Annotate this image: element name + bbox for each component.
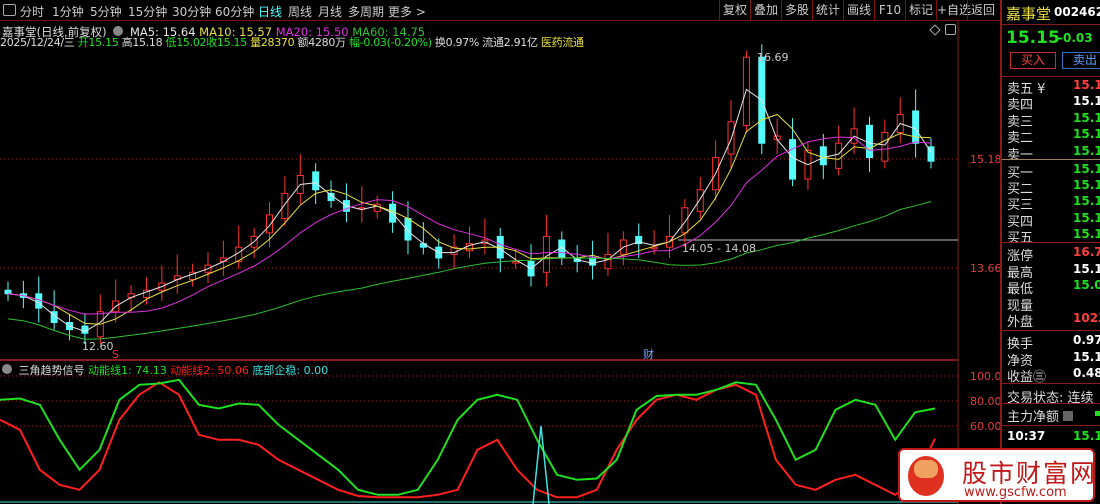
row-value: 15.1 — [1073, 226, 1100, 241]
last-price: 15.15 — [1006, 28, 1060, 48]
stat-row: 最高 15.1 — [1007, 261, 1100, 281]
candle-up — [604, 253, 612, 270]
row-value: 15.1 — [1073, 261, 1100, 276]
stock-name: 嘉事堂 — [1006, 5, 1052, 23]
row-value: 0.97 — [1073, 333, 1100, 347]
order-book-row: 买三 15.1 — [1007, 194, 1100, 213]
candle-down — [819, 146, 827, 166]
stat-row: 最低 15.0 — [1007, 278, 1100, 297]
candle-up — [512, 261, 520, 264]
row-value: 0.48 — [1073, 366, 1100, 381]
row-value: 15.1 — [1073, 94, 1100, 109]
candle-down — [312, 171, 320, 191]
row-label: 买五 — [1007, 230, 1034, 246]
indicator-axis-label: 60.00 — [970, 420, 1000, 433]
watermark: 股市财富网 www.gscfw.com — [898, 448, 1095, 502]
event-marker-finance: 财 — [643, 347, 654, 361]
row-value: 15.1 — [1073, 110, 1100, 125]
row-value: 16.7 — [1073, 245, 1100, 259]
row-value: 1023 — [1073, 311, 1100, 326]
price-axis-label: 15.18 — [970, 153, 1000, 166]
stat-row: 现量 — [1007, 295, 1100, 314]
main-flow-text: 主力净额 — [1007, 410, 1060, 425]
order-book-row: 卖三 15.1 — [1007, 110, 1100, 130]
row-value: 15.1 — [1073, 349, 1100, 364]
order-book-row: 卖一 15.1 — [1007, 143, 1100, 163]
order-book-row: 卖五 ¥15.1 — [1007, 78, 1100, 97]
candle-down — [589, 257, 597, 266]
tick-row: 10:37 15.1 — [1007, 429, 1100, 445]
stock-code: 002462 — [1054, 5, 1100, 19]
indicator-name[interactable]: 三角趋势信号 — [19, 364, 85, 377]
tick-time: 10:37 — [1007, 429, 1046, 443]
flow-bar — [1095, 411, 1100, 416]
order-book-row: 买四 15.1 — [1007, 210, 1100, 230]
indicator-axis-label: 100.0 — [970, 370, 1000, 383]
finance-row: 净资 15.1 — [1007, 349, 1100, 369]
momentum-line-2 — [0, 381, 936, 499]
finance-row: 换手 0.97 — [1007, 333, 1100, 352]
order-book-row: 买二 15.1 — [1007, 178, 1100, 197]
row-value: 15.0 — [1073, 278, 1100, 293]
candle-up — [681, 207, 689, 234]
range-label: 14.05 - 14.08 — [682, 242, 756, 255]
tick-price: 15.1 — [1073, 429, 1100, 443]
momentum-line-1 — [0, 378, 936, 496]
ma60-line — [7, 201, 932, 340]
row-label: 卖一 — [1007, 147, 1034, 163]
candle-up — [881, 131, 889, 162]
main-flow-label: 主力净额 — [1007, 406, 1100, 425]
row-value: 15.1 — [1073, 162, 1100, 176]
indicator-line1: 动能线1: 74.13 — [88, 364, 167, 377]
indicator-header: 三角趋势信号 动能线1: 74.13 动能线2: 50.06 底部企稳: 0.0… — [2, 362, 328, 378]
indicator-line2: 动能线2: 50.06 — [170, 364, 249, 377]
row-value: 15.1 — [1073, 178, 1100, 193]
min-price-label: 12.60 — [82, 340, 114, 353]
row-label: 外盘 — [1007, 315, 1034, 331]
price-change: -0.03 — [1058, 31, 1093, 45]
price-axis-label: 13.66 — [970, 262, 1000, 275]
watermark-url: www.gscfw.com — [964, 485, 1067, 500]
kline-chart[interactable]: 15.18 13.66 16.69 12.60 14.05 - 14.08 S 财 100.0… — [0, 0, 1000, 504]
candle-down — [789, 139, 797, 180]
candle-up — [835, 142, 843, 169]
row-value: 15.1 — [1073, 127, 1100, 142]
candle-down — [912, 110, 920, 144]
stat-row: 涨停 16.7 — [1007, 245, 1100, 264]
menu-icon[interactable] — [1063, 411, 1074, 421]
row-value: 15.1 — [1073, 210, 1100, 225]
indicator-axis-label: 80.00 — [970, 395, 1000, 408]
row-value: 15.1 — [1073, 143, 1100, 158]
candle-down — [4, 289, 12, 295]
candle-up — [266, 214, 274, 234]
max-price-label: 16.69 — [757, 51, 789, 64]
finance-row: 收益㊂ 0.48 — [1007, 366, 1100, 385]
candle-up — [281, 192, 289, 220]
order-book-row: 买五 15.1 — [1007, 226, 1100, 246]
order-book-row: 买一 15.1 — [1007, 162, 1100, 181]
buy-button[interactable]: 买入 — [1010, 52, 1056, 69]
row-value: 15.1 — [1073, 194, 1100, 209]
bull-logo-icon — [908, 456, 944, 496]
stat-row: 外盘 1023 — [1007, 311, 1100, 331]
sell-button[interactable]: 卖出 — [1062, 52, 1100, 69]
row-value: 15.1 — [1073, 78, 1100, 92]
quote-panel: 嘉事堂 002462 15.15 -0.03 买入 卖出 卖五 ¥15.1 卖四 1… — [1000, 0, 1100, 504]
indicator-collapse-icon[interactable] — [2, 364, 12, 374]
order-book-row: 卖四 15.1 — [1007, 94, 1100, 113]
order-book-row: 卖二 15.1 — [1007, 127, 1100, 146]
candle-up — [696, 189, 704, 212]
candle-down — [865, 124, 873, 159]
candle-up — [542, 235, 550, 273]
indicator-line3: 底部企稳: 0.00 — [252, 364, 329, 377]
trade-status: 交易状态: 连续 — [1007, 391, 1094, 406]
event-marker-s: S — [112, 348, 119, 361]
